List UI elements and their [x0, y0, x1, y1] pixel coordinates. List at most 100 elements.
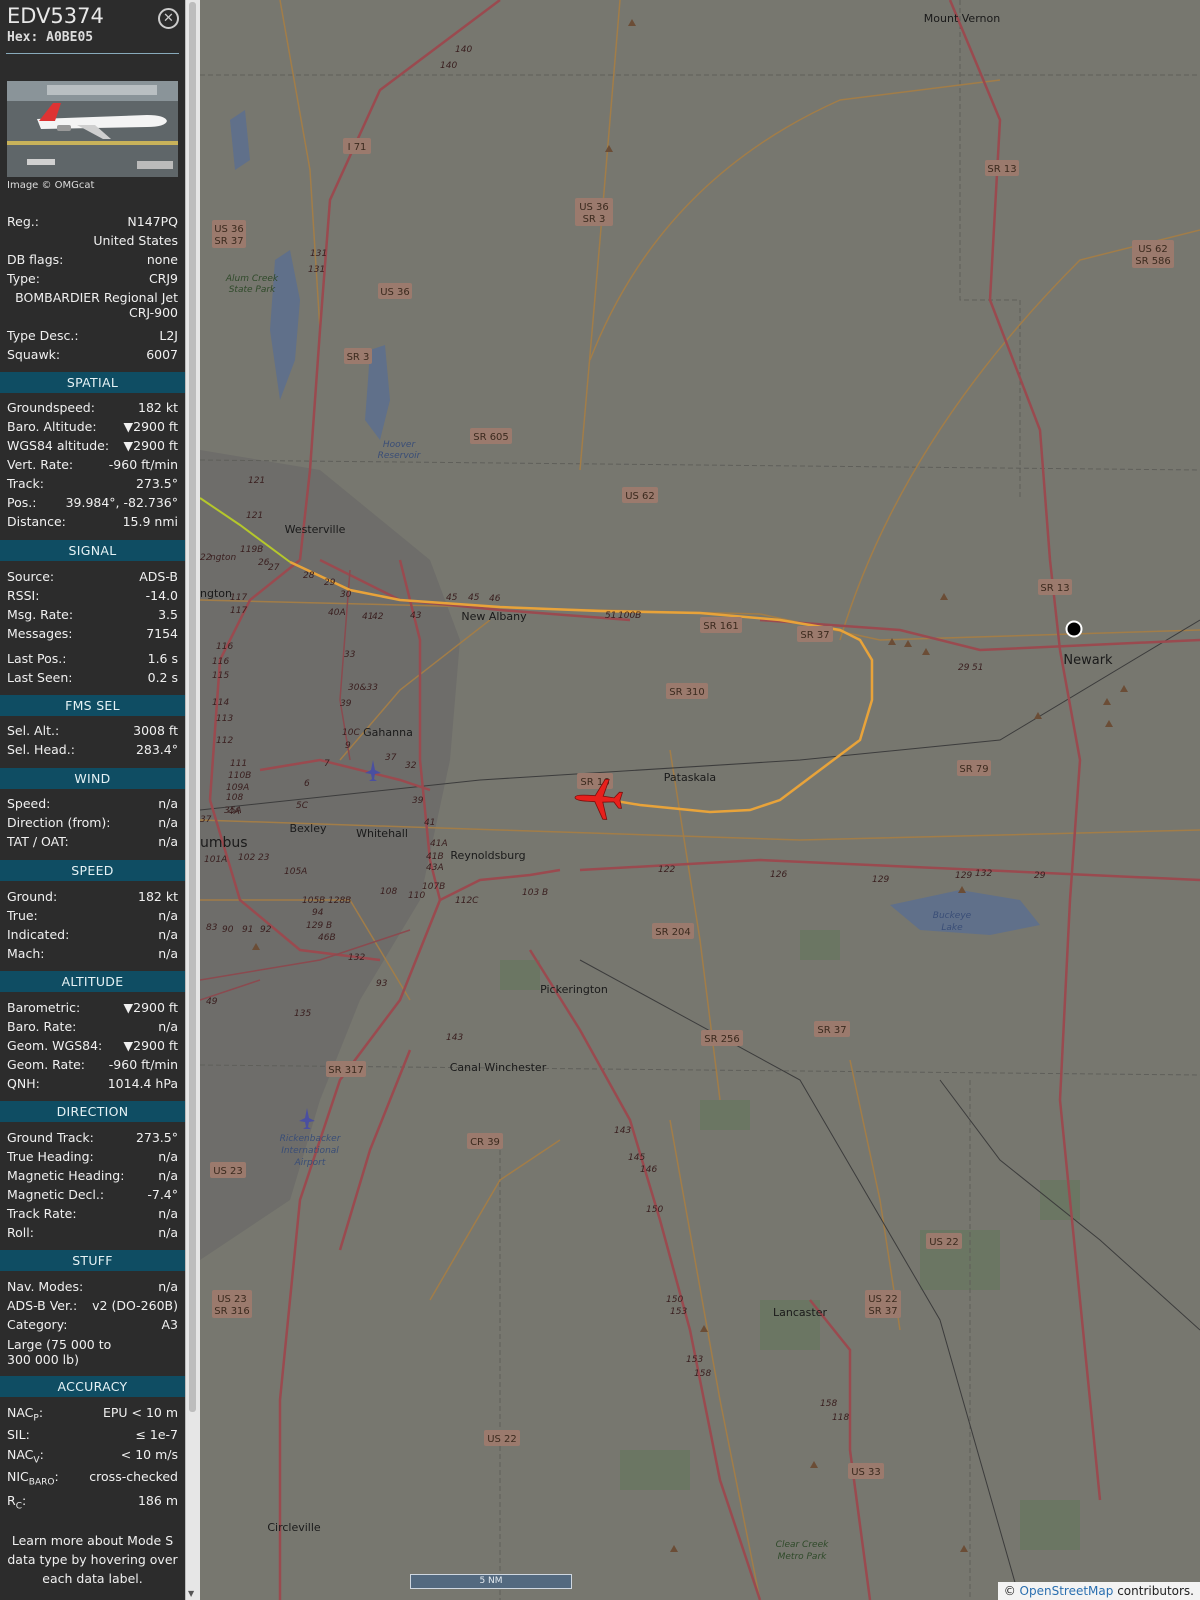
map-view[interactable]: I 71 US 36 SR 37 US 36 SR 3 US 36 SR 3 SR … [200, 0, 1200, 1600]
baro-altitude-label[interactable]: Baro. Altitude: [7, 418, 97, 436]
last-seen-label[interactable]: Last Seen: [7, 669, 72, 687]
callsign[interactable]: EDV5374 [7, 4, 104, 28]
section-speed: SPEED [0, 860, 185, 881]
svg-text:121: 121 [246, 511, 263, 521]
town-whitehall: Whitehall [356, 827, 408, 840]
wind-speed-label[interactable]: Speed: [7, 795, 50, 813]
sil-label[interactable]: SIL: [7, 1426, 30, 1444]
baro-altitude-value: ▼2900 ft [123, 419, 178, 434]
svg-text:State Park: State Park [229, 285, 276, 295]
true-speed-label[interactable]: True: [7, 907, 38, 925]
dbflags-label[interactable]: DB flags: [7, 251, 63, 269]
rc-row: RC: 186 m [7, 1492, 178, 1512]
wind-speed-value: n/a [158, 796, 178, 811]
svg-text:SR 161: SR 161 [703, 621, 739, 632]
svg-text:143: 143 [614, 1126, 631, 1136]
type-label[interactable]: Type: [7, 270, 40, 288]
svg-text:145: 145 [628, 1153, 645, 1163]
scrollbar-thumb[interactable] [189, 2, 196, 1412]
svg-text:US 22: US 22 [868, 1294, 898, 1305]
geom-wgs84-label[interactable]: Geom. WGS84: [7, 1037, 102, 1055]
messages-label[interactable]: Messages: [7, 625, 73, 643]
nacp-label[interactable]: NACP: [7, 1404, 43, 1424]
section-fms-sel: FMS SEL [0, 695, 185, 716]
svg-text:105B: 105B [302, 896, 325, 906]
geom-rate-label[interactable]: Geom. Rate: [7, 1056, 85, 1074]
source-label[interactable]: Source: [7, 568, 54, 586]
info-row: Magnetic Decl.: -7.4° [7, 1186, 178, 1204]
svg-text:158: 158 [694, 1369, 711, 1379]
svg-text:SR 37: SR 37 [868, 1306, 897, 1317]
close-icon[interactable]: ✕ [158, 8, 179, 29]
mach-label[interactable]: Mach: [7, 945, 44, 963]
nicbaro-label[interactable]: NICBARO: [7, 1468, 59, 1488]
info-row: Last Pos.: 1.6 s [7, 650, 178, 668]
wind-direction-label[interactable]: Direction (from): [7, 814, 111, 832]
tat-oat-value: n/a [158, 834, 178, 849]
magnetic-decl-value: -7.4° [147, 1187, 178, 1202]
svg-text:Lake: Lake [941, 923, 963, 933]
info-row: Roll: n/a [7, 1224, 178, 1242]
shield-i71: I 71 [348, 142, 367, 153]
type-value[interactable]: CRJ9 [149, 270, 178, 288]
indicated-speed-label[interactable]: Indicated: [7, 926, 69, 944]
msg-rate-label[interactable]: Msg. Rate: [7, 606, 73, 624]
svg-text:International: International [281, 1146, 339, 1156]
svg-text:7: 7 [324, 759, 330, 769]
ground-track-label[interactable]: Ground Track: [7, 1129, 94, 1147]
groundspeed-label[interactable]: Groundspeed: [7, 399, 95, 417]
svg-text:SR 79: SR 79 [959, 764, 988, 775]
tat-oat-label[interactable]: TAT / OAT: [7, 833, 69, 851]
magnetic-decl-label[interactable]: Magnetic Decl.: [7, 1186, 104, 1204]
sidebar-scrollbar[interactable]: ▼ [185, 0, 200, 1600]
reg-label[interactable]: Reg.: [7, 213, 39, 231]
ground-track-value: 273.5° [135, 1130, 178, 1145]
svg-text:6: 6 [304, 779, 310, 789]
aircraft-photo[interactable] [7, 81, 178, 177]
vert-rate-label[interactable]: Vert. Rate: [7, 456, 73, 474]
aircraft-photo-image [7, 81, 178, 177]
ground-speed-label[interactable]: Ground: [7, 888, 57, 906]
baro-rate-value: n/a [158, 1019, 178, 1034]
true-heading-label[interactable]: True Heading: [7, 1148, 94, 1166]
nav-modes-label[interactable]: Nav. Modes: [7, 1278, 83, 1296]
svg-text:129 B: 129 B [306, 921, 332, 931]
roll-label[interactable]: Roll: [7, 1224, 34, 1242]
baro-rate-label[interactable]: Baro. Rate: [7, 1018, 76, 1036]
rssi-label[interactable]: RSSI: [7, 587, 39, 605]
rc-label[interactable]: RC: [7, 1492, 26, 1512]
track-rate-label[interactable]: Track Rate: [7, 1205, 77, 1223]
reg-value[interactable]: N147PQ [127, 213, 178, 231]
typedesc-label[interactable]: Type Desc.: [7, 327, 79, 345]
wgs84-altitude-label[interactable]: WGS84 altitude: [7, 437, 109, 455]
aircraft-model: BOMBARDIER Regional Jet CRJ-900 [7, 290, 178, 320]
category-label[interactable]: Category: [7, 1316, 67, 1334]
info-row: True Heading: n/a [7, 1148, 178, 1166]
openstreetmap-link[interactable]: OpenStreetMap [1020, 1584, 1114, 1598]
svg-text:117: 117 [230, 593, 247, 603]
squawk-label[interactable]: Squawk: [7, 346, 60, 364]
svg-text:39: 39 [340, 699, 352, 709]
position-label[interactable]: Pos.: [7, 494, 36, 512]
sel-alt-label[interactable]: Sel. Alt.: [7, 722, 59, 740]
svg-text:140: 140 [440, 61, 457, 71]
track-label[interactable]: Track: [7, 475, 44, 493]
hex-code: Hex: A0BE05 [7, 30, 94, 45]
dbflags-value: none [146, 252, 178, 267]
scroll-down-arrow-icon[interactable]: ▼ [188, 1589, 194, 1598]
last-pos-label[interactable]: Last Pos.: [7, 650, 66, 668]
barometric-label[interactable]: Barometric: [7, 999, 80, 1017]
map-canvas: I 71 US 36SR 37 US 36SR 3 US 36 SR 3 SR … [200, 0, 1200, 1600]
photo-credit[interactable]: Image © OMGcat [7, 180, 94, 191]
sel-head-label[interactable]: Sel. Head.: [7, 741, 75, 759]
qnh-label[interactable]: QNH: [7, 1075, 40, 1093]
rssi-value: -14.0 [145, 588, 178, 603]
info-row: Messages: 7154 [7, 625, 178, 643]
sel-head-value: 283.4° [135, 742, 178, 757]
adsb-version-label[interactable]: ADS-B Ver.: [7, 1297, 77, 1315]
magnetic-heading-label[interactable]: Magnetic Heading: [7, 1167, 124, 1185]
svg-text:9: 9 [345, 741, 351, 751]
nacv-label[interactable]: NACV: [7, 1446, 44, 1466]
distance-label[interactable]: Distance: [7, 513, 66, 531]
svg-text:113: 113 [216, 714, 233, 724]
